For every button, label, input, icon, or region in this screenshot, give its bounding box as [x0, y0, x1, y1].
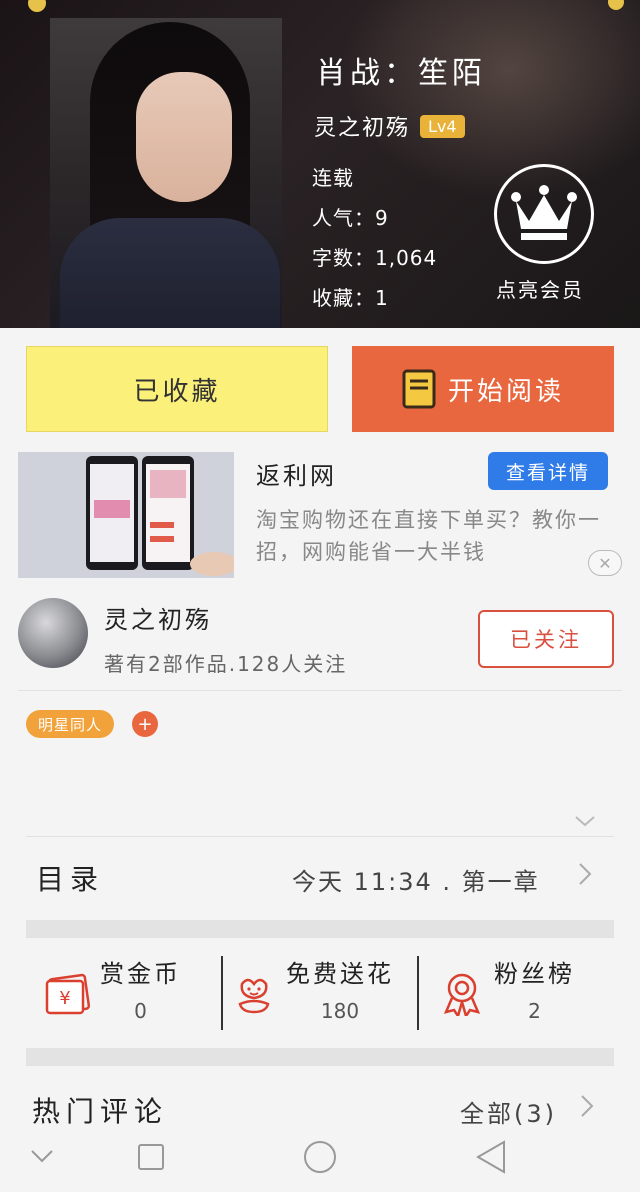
section-separator	[26, 1048, 614, 1066]
favorited-label: 已收藏	[133, 376, 221, 407]
cover-art-robe	[60, 218, 280, 328]
book-word-count: 字数：1,064	[312, 246, 438, 270]
flower-icon	[230, 966, 278, 1022]
vip-label[interactable]: 点亮会员	[496, 274, 584, 303]
book-popularity: 人气：9	[312, 206, 389, 230]
divider	[221, 956, 223, 1030]
book-cover[interactable]	[50, 18, 282, 328]
book-icon	[402, 369, 436, 409]
cover-art-face	[136, 72, 232, 202]
chevron-right-icon[interactable]	[578, 862, 592, 892]
divider	[417, 956, 419, 1030]
divider	[26, 836, 614, 837]
all-comments-link[interactable]: 全部(3)	[460, 1094, 557, 1129]
start-reading-label: 开始阅读	[447, 376, 564, 407]
ad-close-button[interactable]: ✕	[588, 550, 622, 576]
hot-comments-label: 热门评论	[32, 1095, 169, 1128]
crown-icon	[511, 185, 577, 240]
reward-flowers[interactable]: 免费送花 180	[230, 954, 394, 1023]
level-badge: Lv4	[420, 114, 465, 138]
reward-coins-label: 赏金币	[100, 960, 181, 988]
divider	[18, 690, 622, 691]
ad-image[interactable]	[18, 452, 234, 578]
author-stats: 著有2部作品.128人关注	[104, 652, 348, 676]
chevron-down-icon[interactable]	[574, 808, 596, 832]
book-title: 肖战：笙陌	[316, 56, 486, 91]
follow-button[interactable]: 已关注	[478, 610, 614, 668]
book-status: 连载	[312, 166, 354, 190]
back-button[interactable]	[28, 0, 46, 12]
ad-phones-illustration	[18, 452, 234, 578]
nav-back-button[interactable]	[475, 1140, 506, 1178]
reward-fan-ranking[interactable]: 粉丝榜 2	[438, 954, 575, 1023]
reward-flowers-value: 180	[320, 999, 360, 1023]
ad-description[interactable]: 淘宝购物还在直接下单买？教你一招，网购能省一大半钱	[256, 504, 616, 568]
reward-fan-ranking-value: 2	[528, 999, 541, 1023]
favorited-button[interactable]: 已收藏	[26, 346, 328, 432]
red-envelope-icon: ¥	[44, 966, 92, 1022]
header-author-name[interactable]: 灵之初殇	[314, 110, 410, 142]
ad-details-button[interactable]: 查看详情	[488, 452, 608, 490]
book-header: 肖战：笙陌 灵之初殇 Lv4 连载 人气：9 字数：1,064 收藏：1 点亮会…	[0, 0, 640, 328]
header-glow	[340, 0, 640, 200]
catalog-label[interactable]: 目录	[36, 858, 104, 898]
nav-hide-icon[interactable]	[30, 1144, 54, 1169]
svg-text:¥: ¥	[59, 988, 70, 1009]
header-author-row: 灵之初殇 Lv4	[314, 110, 465, 142]
ad-title[interactable]: 返利网	[256, 456, 337, 491]
book-favorites: 收藏：1	[312, 286, 389, 310]
nav-home-button[interactable]	[304, 1141, 336, 1173]
author-avatar[interactable]	[18, 598, 88, 668]
vip-button[interactable]	[494, 164, 594, 264]
start-reading-button[interactable]: 开始阅读	[352, 346, 614, 432]
chevron-right-icon[interactable]	[580, 1094, 594, 1124]
reward-fan-ranking-label: 粉丝榜	[494, 960, 575, 988]
reward-coins-value: 0	[134, 999, 147, 1023]
author-name[interactable]: 灵之初殇	[104, 600, 212, 635]
genre-tag[interactable]: 明星同人	[26, 710, 115, 738]
catalog-latest-chapter[interactable]: 今天 11:34 . 第一章	[292, 862, 540, 897]
reward-flowers-label: 免费送花	[286, 960, 394, 988]
reward-coins[interactable]: ¥ 赏金币 0	[44, 954, 181, 1023]
medal-icon	[438, 966, 486, 1022]
nav-recents-button[interactable]	[138, 1144, 164, 1170]
section-separator	[26, 920, 614, 938]
add-tag-button[interactable]: +	[132, 711, 158, 737]
